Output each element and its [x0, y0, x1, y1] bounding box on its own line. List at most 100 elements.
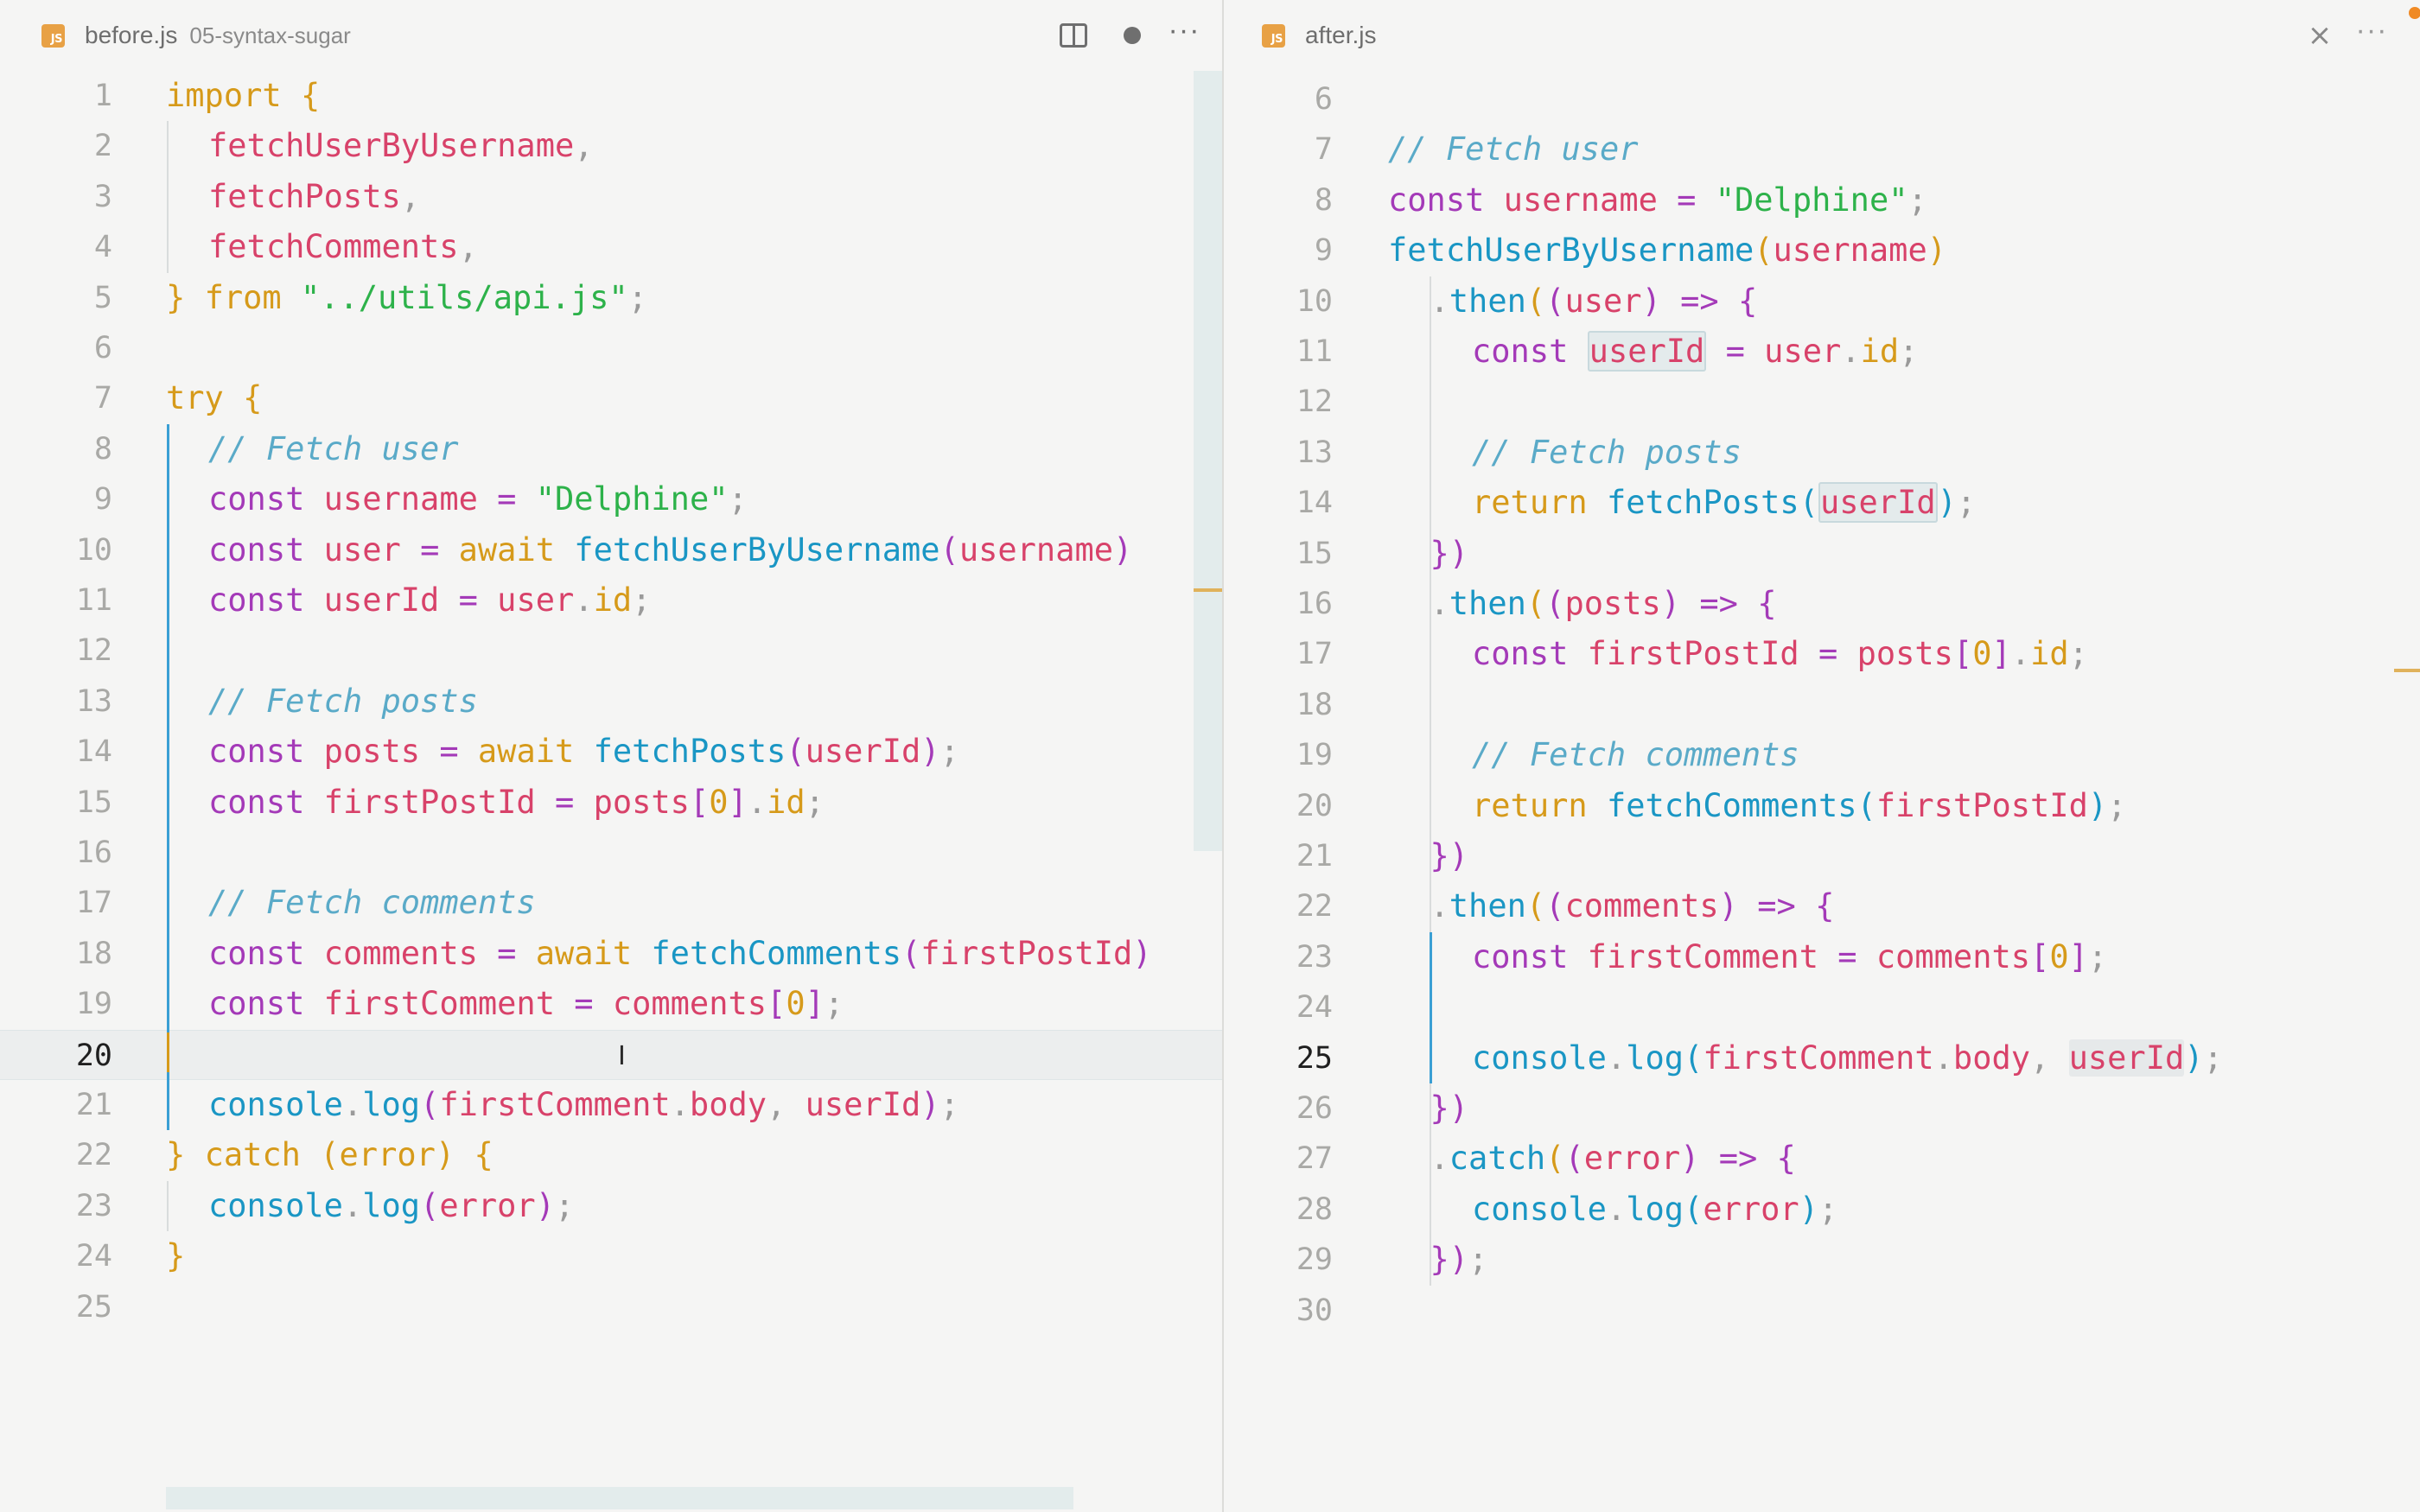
code-token: fetchComments [1606, 786, 1857, 824]
more-actions-icon[interactable]: ··· [1165, 16, 1203, 54]
code-line[interactable]: 14 const posts = await fetchPosts(userId)… [0, 727, 1222, 777]
code-line[interactable]: 28 console.log(error); [1224, 1185, 2420, 1235]
code-line[interactable]: 27 .catch((error) => { [1224, 1134, 2420, 1184]
code-line[interactable]: 3 fetchPosts, [0, 172, 1222, 222]
code-line[interactable]: 19 const firstComment = comments[0]; [0, 979, 1222, 1029]
code-line[interactable]: 7 // Fetch user [1224, 124, 2420, 175]
code-line[interactable]: 22 .then((comments) => { [1224, 881, 2420, 931]
code-token: firstPostId [1876, 786, 2088, 824]
more-actions-icon[interactable]: ··· [2353, 16, 2391, 54]
horizontal-scrollbar[interactable] [166, 1487, 1073, 1509]
line-number: 6 [1314, 82, 1333, 117]
code-line[interactable]: 13 // Fetch posts [1224, 428, 2420, 478]
code-line[interactable]: 9 fetchUserByUsername(username) [1224, 226, 2420, 276]
code-line[interactable]: 1 import { [0, 71, 1222, 121]
code-token: // Fetch posts [208, 682, 478, 720]
code-line[interactable]: 6 [1224, 74, 2420, 124]
code-line[interactable]: 21 console.log(firstComment.body, userId)… [0, 1080, 1222, 1130]
code-line[interactable]: 23 const firstComment = comments[0]; [1224, 932, 2420, 982]
code-token: log [1626, 1190, 1684, 1228]
code-line[interactable]: 7 try { [0, 373, 1222, 423]
code-line[interactable]: 15 const firstPostId = posts[0].id; [0, 778, 1222, 828]
tab-before-js[interactable]: JS before.js 05-syntax-sugar [0, 0, 351, 71]
code-token: => [1718, 1140, 1758, 1178]
code-line[interactable]: 20 return fetchComments(firstPostId); [1224, 781, 2420, 831]
code-line[interactable]: 18 [1224, 680, 2420, 730]
code-text: fetchComments, [208, 222, 478, 272]
code-token: ; [2068, 635, 2088, 673]
code-token: userId [805, 733, 921, 771]
right-code-editor[interactable]: 6 7 // Fetch user 8 const username = "Delphi… [1224, 71, 2420, 1512]
code-token: ] [728, 783, 748, 821]
left-code-editor[interactable]: 1 import {2 fetchUserByUsername, 3 fetchPost… [0, 71, 1222, 1512]
code-line[interactable]: 30 [1224, 1286, 2420, 1336]
tab-filename: before.js [85, 22, 178, 48]
minimap-scrollbar[interactable] [1194, 71, 1222, 851]
split-editor-icon[interactable] [1054, 16, 1092, 54]
code-line[interactable]: 8 // Fetch user [0, 424, 1222, 474]
code-line[interactable]: 2 fetchUserByUsername, [0, 121, 1222, 171]
code-line[interactable]: 19 // Fetch comments [1224, 730, 2420, 780]
code-line[interactable]: 11 const userId = user.id; [0, 575, 1222, 626]
code-line[interactable]: 11 const userId = user.id; [1224, 327, 2420, 377]
code-text: return fetchPosts(userId); [1472, 478, 1976, 528]
code-line[interactable]: 13 // Fetch posts [0, 677, 1222, 727]
code-line[interactable]: 17 const firstPostId = posts[0].id; [1224, 629, 2420, 679]
code-line[interactable]: 24 [1224, 982, 2420, 1032]
code-token: = [1725, 333, 1745, 370]
code-token: . [1430, 1140, 1449, 1178]
code-line[interactable]: 18 const comments = await fetchComments(f… [0, 929, 1222, 979]
code-line[interactable]: 20 [0, 1029, 1222, 1080]
code-line[interactable]: 25 [0, 1282, 1222, 1332]
unsaved-dot-icon[interactable] [1113, 16, 1151, 54]
code-token: fetchPosts [1606, 484, 1799, 522]
code-token: ; [728, 480, 748, 518]
code-line[interactable]: 5} from "../utils/api.js"; [0, 273, 1222, 323]
code-line[interactable]: 12 [1224, 377, 2420, 427]
code-line[interactable]: 26}) [1224, 1083, 2420, 1134]
close-icon[interactable]: × [2301, 16, 2339, 54]
code-token: console [208, 1186, 343, 1224]
code-token: . [670, 1086, 690, 1123]
indent-guide [1430, 881, 1431, 932]
code-token: ; [824, 985, 844, 1023]
line-number: 27 [1296, 1141, 1333, 1177]
code-line[interactable]: 10 .then((user) => { [1224, 276, 2420, 327]
line-number: 16 [1296, 587, 1333, 621]
line-number: 30 [1296, 1293, 1333, 1328]
line-number: 14 [75, 734, 112, 770]
code-line[interactable]: 21}) [1224, 831, 2420, 881]
code-line[interactable]: 8 const username = "Delphine"; [1224, 175, 2420, 226]
code-token: error [1583, 1140, 1681, 1178]
code-line[interactable]: 24} [0, 1231, 1222, 1281]
code-line[interactable]: 15}) [1224, 529, 2420, 579]
code-token: ; [1818, 1190, 1838, 1228]
code-line[interactable]: 16 [0, 828, 1222, 878]
code-text: } from "../utils/api.js"; [166, 273, 647, 323]
tab-after-js[interactable]: JS after.js [1224, 0, 1376, 71]
code-line[interactable]: 9 const username = "Delphine"; [0, 474, 1222, 524]
code-text: }) [1430, 1083, 1469, 1134]
code-line[interactable]: 4 fetchComments, [0, 222, 1222, 272]
line-number: 13 [1296, 435, 1333, 470]
code-line[interactable]: 12 [0, 626, 1222, 676]
code-line[interactable]: 6 [0, 323, 1222, 373]
code-line[interactable]: 17 // Fetch comments [0, 878, 1222, 928]
code-line[interactable]: 29}); [1224, 1235, 2420, 1285]
code-token: ; [632, 581, 652, 619]
code-line[interactable]: 14 return fetchPosts(userId); [1224, 478, 2420, 528]
code-token: ) [1641, 282, 1661, 320]
code-line[interactable]: 10 const user = await fetchUserByUsername… [0, 525, 1222, 575]
code-line[interactable]: 23 console.log(error); [0, 1181, 1222, 1231]
code-line[interactable]: 22} catch (error) { [0, 1130, 1222, 1180]
code-line[interactable]: 25 console.log(firstComment.body, userId)… [1224, 1033, 2420, 1083]
code-line[interactable]: 16 .then((posts) => { [1224, 579, 2420, 629]
code-token: = [1818, 635, 1838, 673]
